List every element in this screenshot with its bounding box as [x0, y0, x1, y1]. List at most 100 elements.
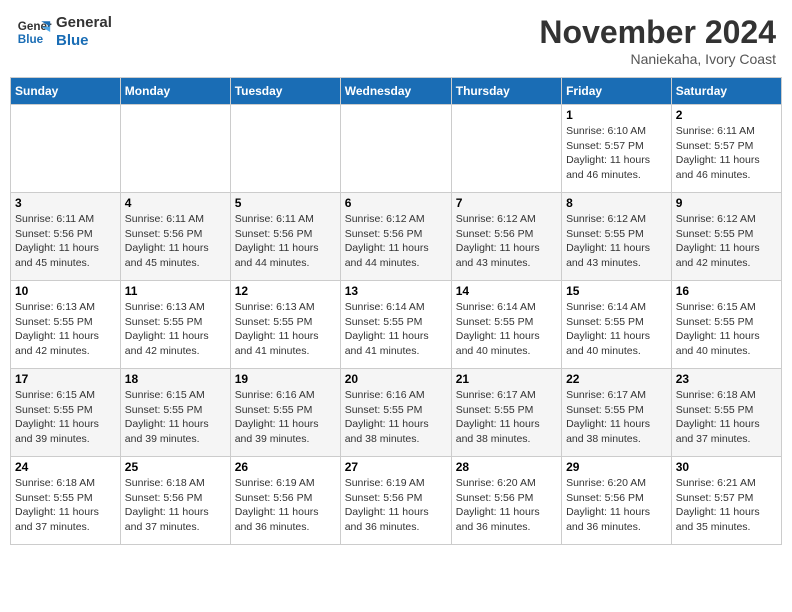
page-header: General Blue General Blue November 2024 …: [10, 10, 782, 71]
cell-info: Sunrise: 6:14 AM Sunset: 5:55 PM Dayligh…: [566, 300, 667, 359]
day-number: 30: [676, 460, 777, 474]
calendar-week-2: 3 Sunrise: 6:11 AM Sunset: 5:56 PM Daylig…: [11, 193, 782, 281]
cell-info: Sunrise: 6:20 AM Sunset: 5:56 PM Dayligh…: [456, 476, 557, 535]
cell-info: Sunrise: 6:18 AM Sunset: 5:55 PM Dayligh…: [15, 476, 116, 535]
calendar-cell: 22 Sunrise: 6:17 AM Sunset: 5:55 PM Dayli…: [562, 369, 672, 457]
cell-info: Sunrise: 6:18 AM Sunset: 5:55 PM Dayligh…: [676, 388, 777, 447]
cell-info: Sunrise: 6:17 AM Sunset: 5:55 PM Dayligh…: [456, 388, 557, 447]
calendar-cell: 6 Sunrise: 6:12 AM Sunset: 5:56 PM Daylig…: [340, 193, 451, 281]
weekday-header-sunday: Sunday: [11, 78, 121, 105]
cell-info: Sunrise: 6:14 AM Sunset: 5:55 PM Dayligh…: [456, 300, 557, 359]
day-number: 13: [345, 284, 447, 298]
calendar-cell: 10Sunrise: 6:13 AM Sunset: 5:55 PM Dayli…: [11, 281, 121, 369]
day-number: 18: [125, 372, 226, 386]
cell-info: Sunrise: 6:15 AM Sunset: 5:55 PM Dayligh…: [676, 300, 777, 359]
day-number: 14: [456, 284, 557, 298]
day-number: 22: [566, 372, 667, 386]
cell-info: Sunrise: 6:11 AM Sunset: 5:56 PM Dayligh…: [125, 212, 226, 271]
day-number: 27: [345, 460, 447, 474]
calendar-cell: 9 Sunrise: 6:12 AM Sunset: 5:55 PM Daylig…: [671, 193, 781, 281]
calendar-cell: [120, 105, 230, 193]
cell-info: Sunrise: 6:15 AM Sunset: 5:55 PM Dayligh…: [125, 388, 226, 447]
day-number: 15: [566, 284, 667, 298]
calendar-cell: 5 Sunrise: 6:11 AM Sunset: 5:56 PM Daylig…: [230, 193, 340, 281]
svg-text:Blue: Blue: [18, 33, 44, 46]
day-number: 25: [125, 460, 226, 474]
calendar-cell: 1Sunrise: 6:10 AM Sunset: 5:57 PM Daylig…: [562, 105, 672, 193]
cell-info: Sunrise: 6:13 AM Sunset: 5:55 PM Dayligh…: [15, 300, 116, 359]
calendar-cell: 26 Sunrise: 6:19 AM Sunset: 5:56 PM Dayli…: [230, 457, 340, 545]
calendar-cell: [230, 105, 340, 193]
calendar-cell: 16 Sunrise: 6:15 AM Sunset: 5:55 PM Dayli…: [671, 281, 781, 369]
day-number: 11: [125, 284, 226, 298]
title-block: November 2024 Naniekaha, Ivory Coast: [539, 14, 776, 67]
day-number: 24: [15, 460, 116, 474]
calendar-cell: 21Sunrise: 6:17 AM Sunset: 5:55 PM Dayli…: [451, 369, 561, 457]
calendar-cell: 19Sunrise: 6:16 AM Sunset: 5:55 PM Dayli…: [230, 369, 340, 457]
cell-info: Sunrise: 6:12 AM Sunset: 5:55 PM Dayligh…: [676, 212, 777, 271]
calendar-cell: 3 Sunrise: 6:11 AM Sunset: 5:56 PM Daylig…: [11, 193, 121, 281]
calendar-cell: 29Sunrise: 6:20 AM Sunset: 5:56 PM Dayli…: [562, 457, 672, 545]
logo-general: General: [56, 14, 112, 32]
cell-info: Sunrise: 6:12 AM Sunset: 5:56 PM Dayligh…: [456, 212, 557, 271]
weekday-header-tuesday: Tuesday: [230, 78, 340, 105]
calendar-cell: [11, 105, 121, 193]
calendar-cell: 13 Sunrise: 6:14 AM Sunset: 5:55 PM Dayli…: [340, 281, 451, 369]
day-number: 5: [235, 196, 336, 210]
calendar-cell: 4Sunrise: 6:11 AM Sunset: 5:56 PM Daylig…: [120, 193, 230, 281]
weekday-header-monday: Monday: [120, 78, 230, 105]
calendar-cell: 15 Sunrise: 6:14 AM Sunset: 5:55 PM Dayli…: [562, 281, 672, 369]
calendar-cell: 27Sunrise: 6:19 AM Sunset: 5:56 PM Dayli…: [340, 457, 451, 545]
cell-info: Sunrise: 6:17 AM Sunset: 5:55 PM Dayligh…: [566, 388, 667, 447]
cell-info: Sunrise: 6:15 AM Sunset: 5:55 PM Dayligh…: [15, 388, 116, 447]
cell-info: Sunrise: 6:20 AM Sunset: 5:56 PM Dayligh…: [566, 476, 667, 535]
cell-info: Sunrise: 6:18 AM Sunset: 5:56 PM Dayligh…: [125, 476, 226, 535]
cell-info: Sunrise: 6:12 AM Sunset: 5:56 PM Dayligh…: [345, 212, 447, 271]
cell-info: Sunrise: 6:14 AM Sunset: 5:55 PM Dayligh…: [345, 300, 447, 359]
cell-info: Sunrise: 6:12 AM Sunset: 5:55 PM Dayligh…: [566, 212, 667, 271]
day-number: 1: [566, 108, 667, 122]
day-number: 19: [235, 372, 336, 386]
weekday-header-wednesday: Wednesday: [340, 78, 451, 105]
calendar-cell: 25 Sunrise: 6:18 AM Sunset: 5:56 PM Dayli…: [120, 457, 230, 545]
day-number: 12: [235, 284, 336, 298]
logo-icon: General Blue: [16, 14, 52, 50]
calendar-cell: 7 Sunrise: 6:12 AM Sunset: 5:56 PM Daylig…: [451, 193, 561, 281]
calendar-week-3: 10Sunrise: 6:13 AM Sunset: 5:55 PM Dayli…: [11, 281, 782, 369]
cell-info: Sunrise: 6:19 AM Sunset: 5:56 PM Dayligh…: [235, 476, 336, 535]
cell-info: Sunrise: 6:13 AM Sunset: 5:55 PM Dayligh…: [125, 300, 226, 359]
location: Naniekaha, Ivory Coast: [539, 51, 776, 67]
calendar-cell: 12Sunrise: 6:13 AM Sunset: 5:55 PM Dayli…: [230, 281, 340, 369]
calendar-cell: [340, 105, 451, 193]
weekday-header-thursday: Thursday: [451, 78, 561, 105]
day-number: 3: [15, 196, 116, 210]
logo: General Blue General Blue: [16, 14, 112, 50]
day-number: 7: [456, 196, 557, 210]
day-number: 6: [345, 196, 447, 210]
cell-info: Sunrise: 6:11 AM Sunset: 5:56 PM Dayligh…: [15, 212, 116, 271]
day-number: 20: [345, 372, 447, 386]
day-number: 28: [456, 460, 557, 474]
weekday-header-saturday: Saturday: [671, 78, 781, 105]
calendar-cell: 24 Sunrise: 6:18 AM Sunset: 5:55 PM Dayli…: [11, 457, 121, 545]
calendar-cell: 8Sunrise: 6:12 AM Sunset: 5:55 PM Daylig…: [562, 193, 672, 281]
calendar-cell: 2 Sunrise: 6:11 AM Sunset: 5:57 PM Daylig…: [671, 105, 781, 193]
day-number: 23: [676, 372, 777, 386]
weekday-header-row: SundayMondayTuesdayWednesdayThursdayFrid…: [11, 78, 782, 105]
calendar-week-5: 24 Sunrise: 6:18 AM Sunset: 5:55 PM Dayli…: [11, 457, 782, 545]
day-number: 9: [676, 196, 777, 210]
calendar-cell: [451, 105, 561, 193]
day-number: 16: [676, 284, 777, 298]
calendar-cell: 18 Sunrise: 6:15 AM Sunset: 5:55 PM Dayli…: [120, 369, 230, 457]
calendar-cell: 28 Sunrise: 6:20 AM Sunset: 5:56 PM Dayli…: [451, 457, 561, 545]
calendar-cell: 11 Sunrise: 6:13 AM Sunset: 5:55 PM Dayli…: [120, 281, 230, 369]
cell-info: Sunrise: 6:11 AM Sunset: 5:57 PM Dayligh…: [676, 124, 777, 183]
day-number: 2: [676, 108, 777, 122]
calendar-table: SundayMondayTuesdayWednesdayThursdayFrid…: [10, 77, 782, 545]
month-year: November 2024: [539, 14, 776, 51]
calendar-week-4: 17Sunrise: 6:15 AM Sunset: 5:55 PM Dayli…: [11, 369, 782, 457]
cell-info: Sunrise: 6:11 AM Sunset: 5:56 PM Dayligh…: [235, 212, 336, 271]
calendar-cell: 20Sunrise: 6:16 AM Sunset: 5:55 PM Dayli…: [340, 369, 451, 457]
cell-info: Sunrise: 6:21 AM Sunset: 5:57 PM Dayligh…: [676, 476, 777, 535]
day-number: 26: [235, 460, 336, 474]
